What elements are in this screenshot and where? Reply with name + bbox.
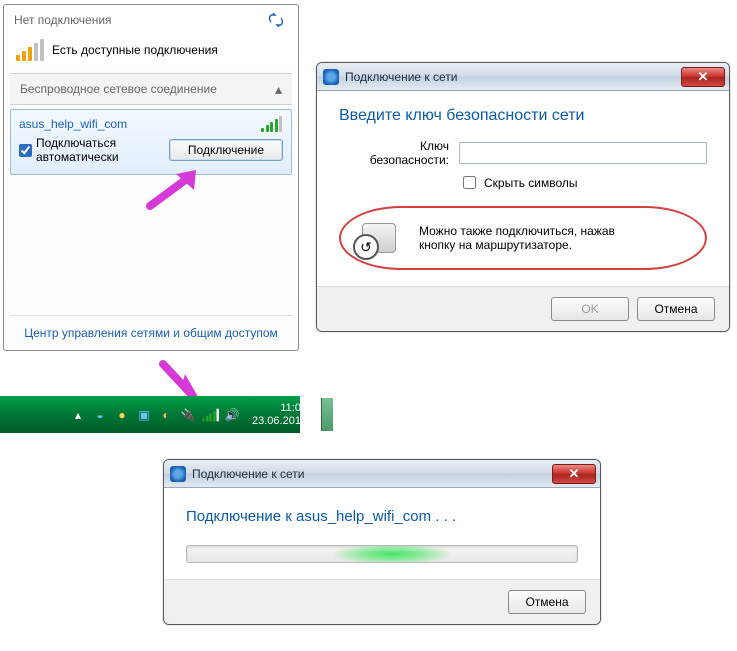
show-desktop-button[interactable] [321, 398, 333, 431]
cancel-button[interactable]: Отмена [637, 297, 715, 321]
clock-time: 11:09 [252, 402, 307, 415]
network-status-text: Нет подключения [14, 13, 112, 27]
tray-download-icon[interactable]: ▣ [136, 407, 152, 423]
wifi-network-item[interactable]: asus_help_wifi_com Подключаться автомати… [10, 109, 292, 175]
clock-date: 23.06.2016 [252, 415, 307, 428]
window-title: Подключение к сети [192, 467, 304, 481]
close-button[interactable]: ✕ [552, 464, 596, 484]
progress-bar [186, 545, 578, 563]
close-button[interactable]: ✕ [681, 67, 725, 87]
wireless-section-header[interactable]: Беспроводное сетевое соединение ▴ [10, 73, 292, 105]
progress-message: Подключение к asus_help_wifi_com . . . [186, 504, 578, 545]
wps-tip-text: Можно также подключиться, нажав кнопку н… [419, 224, 615, 252]
refresh-icon[interactable] [268, 13, 286, 27]
wps-icon: ↺ [353, 234, 379, 260]
connect-button[interactable]: Подключение [169, 139, 283, 161]
tray-volume-icon[interactable]: 🔊 [224, 407, 240, 423]
titlebar[interactable]: Подключение к сети ✕ [317, 63, 729, 91]
taskbar-clock[interactable]: 11:09 23.06.2016 [246, 402, 313, 427]
dialog-header: Введите ключ безопасности сети [339, 107, 707, 139]
tray-network-icon[interactable] [202, 407, 218, 423]
security-key-dialog: Подключение к сети ✕ Введите ключ безопа… [316, 62, 730, 332]
signal-bars-icon [16, 39, 44, 61]
tray-globe-icon[interactable]: ● [114, 407, 130, 423]
ok-button[interactable]: OK [551, 297, 629, 321]
tray-app-icon[interactable]: ◐ [158, 407, 174, 423]
router-icon: ↺ [351, 216, 407, 260]
security-key-input[interactable] [459, 142, 707, 164]
hide-characters-checkbox[interactable] [463, 176, 476, 189]
auto-connect-input[interactable] [19, 144, 32, 157]
tray-power-icon[interactable]: 🔌 [180, 407, 196, 423]
available-connections-label: Есть доступные подключения [52, 43, 218, 57]
tray-up-icon[interactable]: ▴ [70, 407, 86, 423]
hide-characters-label: Скрыть символы [484, 176, 578, 190]
auto-connect-checkbox[interactable]: Подключаться автоматически [19, 136, 159, 164]
tray-shield-icon[interactable]: ◒ [92, 407, 108, 423]
wifi-ssid-label: asus_help_wifi_com [19, 117, 127, 131]
window-title: Подключение к сети [345, 70, 457, 84]
auto-connect-label: Подключаться автоматически [36, 136, 159, 164]
connection-progress-dialog: Подключение к сети ✕ Подключение к asus_… [163, 459, 601, 625]
taskbar: ▴ ◒ ● ▣ ◐ 🔌 🔊 11:09 23.06.2016 [0, 396, 300, 433]
cancel-button[interactable]: Отмена [508, 590, 586, 614]
network-flyout: Нет подключения Есть доступные подключен… [3, 4, 299, 351]
network-icon [170, 466, 186, 482]
titlebar[interactable]: Подключение к сети ✕ [164, 460, 600, 488]
chevron-up-icon: ▴ [275, 82, 282, 96]
security-key-label: Ключ безопасности: [339, 139, 449, 167]
wifi-signal-icon [261, 116, 283, 132]
system-tray: ▴ ◒ ● ▣ ◐ 🔌 🔊 11:09 23.06.2016 [70, 398, 339, 431]
network-center-link[interactable]: Центр управления сетями и общим доступом [10, 315, 292, 344]
wps-tip: ↺ Можно также подключиться, нажав кнопку… [339, 206, 707, 270]
wireless-header-label: Беспроводное сетевое соединение [20, 82, 217, 96]
network-icon [323, 69, 339, 85]
